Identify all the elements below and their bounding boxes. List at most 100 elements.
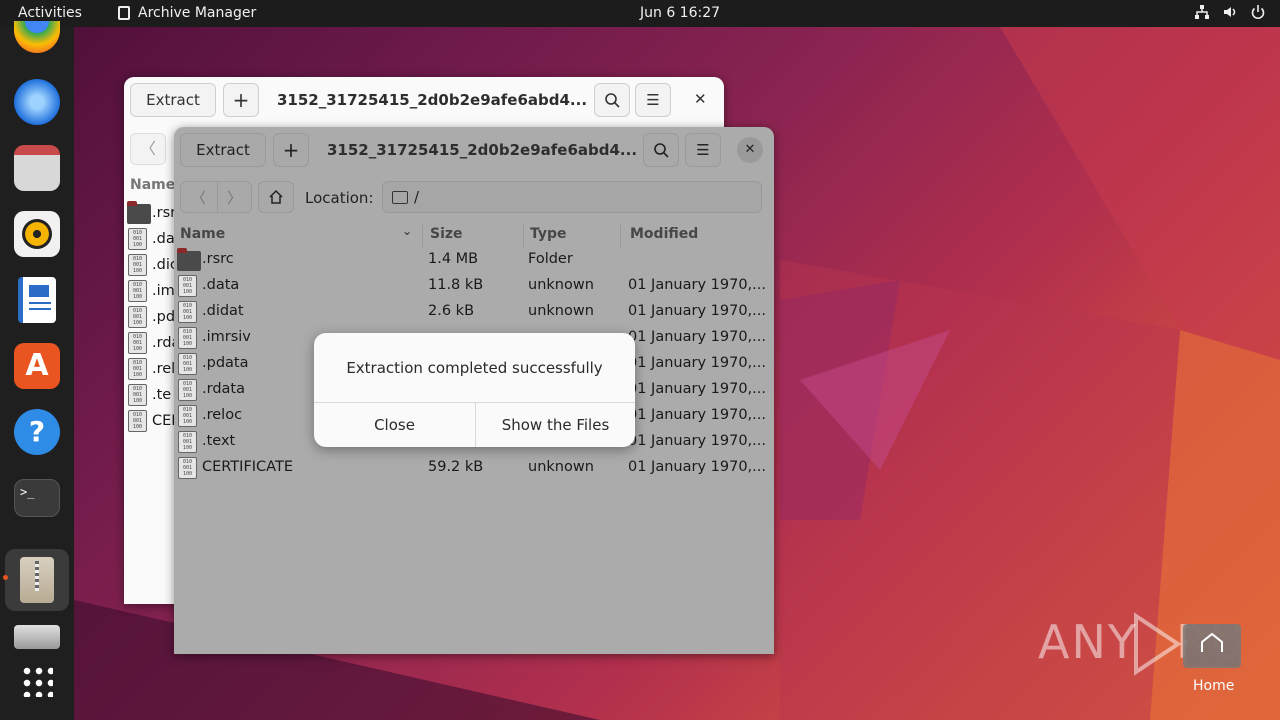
column-size[interactable]: Size (430, 226, 463, 242)
file-modified: 01 January 1970,... (628, 459, 766, 475)
close-button[interactable]: Close (314, 403, 475, 447)
file-size: 11.8 kB (428, 277, 484, 293)
binary-file-icon: 010 001 100 (128, 254, 147, 276)
network-icon (1194, 4, 1210, 20)
file-modified: 01 January 1970,... (628, 407, 766, 423)
binary-file-icon: 010 001 100 (128, 358, 147, 380)
file-type: unknown (528, 303, 594, 319)
menu-icon[interactable]: ☰ (685, 133, 721, 167)
file-name: .pdata (202, 355, 249, 371)
back-nav-icon[interactable]: 〈 (130, 133, 166, 165)
thunderbird-icon[interactable] (14, 79, 60, 125)
binary-file-icon: 010 001 100 (178, 431, 197, 453)
appcenter-icon[interactable]: A (14, 343, 60, 389)
clock[interactable]: Jun 6 16:27 (640, 5, 720, 21)
home-folder-icon[interactable] (1183, 620, 1241, 668)
table-row[interactable]: 010 001 100 .data 11.8 kB unknown 01 January… (174, 273, 774, 299)
drive-icon[interactable] (14, 625, 60, 649)
show-files-button[interactable]: Show the Files (476, 403, 635, 447)
file-name: .data (202, 277, 240, 293)
activities-button[interactable]: Activities (18, 5, 82, 21)
location-path: / (414, 188, 420, 206)
file-size: 2.6 kB (428, 303, 475, 319)
window-title: 3152_31725415_2d0b2e9afe6abd4... (277, 91, 588, 109)
header-bar: Extract + 3152_31725415_2d0b2e9afe6abd4.… (174, 127, 774, 173)
home-icon[interactable] (258, 181, 294, 213)
table-row[interactable]: .rsrc 1.4 MB Folder (174, 247, 774, 273)
file-modified: 01 January 1970,... (628, 303, 766, 319)
column-type[interactable]: Type (530, 226, 567, 242)
folder-icon (177, 248, 201, 271)
header-bar: Extract + 3152_31725415_2d0b2e9afe6abd4.… (124, 77, 724, 123)
file-name: .rsrc (202, 251, 234, 267)
binary-file-icon: 010 001 100 (128, 280, 147, 302)
file-name: CEI (152, 413, 176, 429)
window-title: 3152_31725415_2d0b2e9afe6abd4... (327, 141, 638, 159)
location-label: Location: (305, 189, 374, 207)
show-apps-icon[interactable] (21, 665, 53, 697)
binary-file-icon: 010 001 100 (178, 327, 197, 349)
close-icon[interactable]: ✕ (737, 137, 763, 163)
dock: A ? >_ (0, 21, 74, 720)
writer-icon[interactable] (18, 277, 56, 323)
volume-icon (1222, 4, 1238, 20)
nav-buttons: 〈 〉 (180, 181, 252, 213)
app-menu[interactable]: Archive Manager (118, 5, 256, 21)
column-name[interactable]: Name (130, 177, 175, 193)
power-icon (1250, 4, 1266, 20)
file-name: .da (152, 231, 175, 247)
table-row[interactable]: 010 001 100 CERTIFICATE 59.2 kB unknown 01 J… (174, 455, 774, 481)
folder-icon (127, 201, 151, 224)
binary-file-icon: 010 001 100 (178, 405, 197, 427)
add-icon[interactable]: + (273, 133, 309, 167)
app-name: Archive Manager (138, 5, 257, 21)
menu-icon[interactable]: ☰ (635, 83, 671, 117)
binary-file-icon: 010 001 100 (128, 410, 147, 432)
archive-icon (118, 6, 130, 20)
search-icon[interactable] (643, 133, 679, 167)
help-icon[interactable]: ? (14, 409, 60, 455)
file-name: .reloc (202, 407, 243, 423)
forward-nav-icon[interactable]: 〉 (227, 187, 242, 208)
file-name: .rdata (202, 381, 245, 397)
rhythmbox-icon[interactable] (14, 211, 60, 257)
file-name: .imrsiv (202, 329, 251, 345)
add-icon[interactable]: + (223, 83, 259, 117)
file-modified: 01 January 1970,... (628, 277, 766, 293)
binary-file-icon: 010 001 100 (178, 301, 197, 323)
location-field[interactable]: / (382, 181, 762, 213)
file-name: .didat (202, 303, 244, 319)
binary-file-icon: 010 001 100 (178, 379, 197, 401)
file-name: .text (202, 433, 236, 449)
file-modified: 01 January 1970,... (628, 433, 766, 449)
file-name: .pd (152, 309, 176, 325)
sort-chevron-down-icon: ⌄ (402, 224, 413, 238)
chrome-icon[interactable] (14, 21, 60, 53)
extract-button[interactable]: Extract (180, 133, 266, 167)
home-folder-label[interactable]: Home (1193, 678, 1234, 694)
system-tray[interactable] (1194, 4, 1266, 20)
archive-manager-icon[interactable] (20, 557, 54, 603)
dialog-message: Extraction completed successfully (346, 359, 603, 377)
file-name: .rsr (152, 205, 177, 221)
column-modified[interactable]: Modified (630, 226, 698, 242)
file-type: unknown (528, 277, 594, 293)
table-row[interactable]: 010 001 100 .didat 2.6 kB unknown 01 January… (174, 299, 774, 325)
terminal-icon[interactable]: >_ (14, 479, 60, 517)
file-name: CERTIFICATE (202, 459, 293, 475)
binary-file-icon: 010 001 100 (178, 457, 197, 479)
close-icon[interactable]: ✕ (694, 90, 707, 108)
binary-file-icon: 010 001 100 (128, 384, 147, 406)
search-icon[interactable] (594, 83, 630, 117)
file-type: Folder (528, 251, 573, 267)
running-indicator (3, 575, 8, 580)
binary-file-icon: 010 001 100 (178, 275, 197, 297)
extract-button[interactable]: Extract (130, 83, 216, 117)
file-type: unknown (528, 459, 594, 475)
file-size: 59.2 kB (428, 459, 484, 475)
file-modified: 01 January 1970,... (628, 355, 766, 371)
column-name[interactable]: Name (180, 226, 225, 242)
files-icon[interactable] (14, 145, 60, 191)
back-nav-icon[interactable]: 〈 (191, 187, 206, 208)
file-name: .rel (152, 361, 176, 377)
